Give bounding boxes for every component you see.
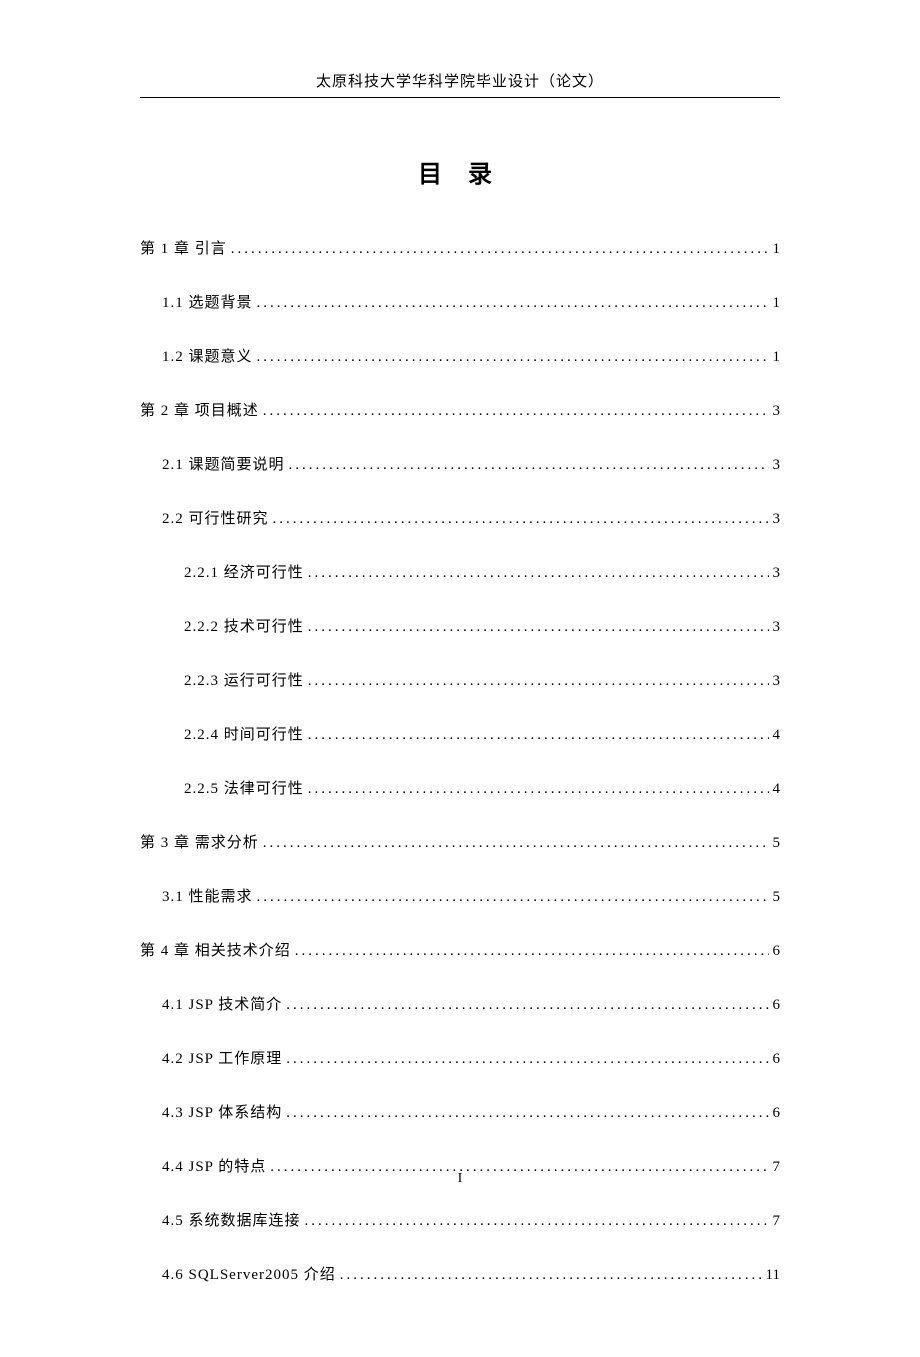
- toc-entry-page: 1: [773, 241, 781, 258]
- toc-entry-label: 2.2 可行性研究: [162, 507, 269, 528]
- toc-entry: 2.2.1 经济可行性 3: [140, 561, 780, 582]
- toc-entry-page: 3: [773, 457, 781, 474]
- toc-entry-label: 2.2.2 技术可行性: [184, 615, 304, 636]
- toc-leader-dots: [340, 1267, 762, 1284]
- toc-entry-label: 2.2.1 经济可行性: [184, 561, 304, 582]
- toc-entry-page: 3: [773, 403, 781, 420]
- toc-leader-dots: [286, 1051, 768, 1068]
- toc-leader-dots: [308, 619, 769, 636]
- toc-entry: 2.1 课题简要说明 3: [140, 453, 780, 474]
- toc-entry-page: 3: [773, 673, 781, 690]
- toc-entry: 2.2.4 时间可行性 4: [140, 723, 780, 744]
- page-number: I: [0, 1171, 920, 1187]
- toc-leader-dots: [257, 349, 769, 366]
- toc-entry-page: 1: [773, 295, 781, 312]
- toc-leader-dots: [257, 889, 769, 906]
- toc-entry: 2.2.2 技术可行性 3: [140, 615, 780, 636]
- toc-entry: 4.5 系统数据库连接 7: [140, 1209, 780, 1230]
- toc-entry: 第 4 章 相关技术介绍 6: [140, 939, 780, 960]
- toc-entry: 2.2 可行性研究 3: [140, 507, 780, 528]
- toc-leader-dots: [308, 673, 769, 690]
- toc-entry: 1.2 课题意义 1: [140, 345, 780, 366]
- toc-entry-page: 6: [773, 1105, 781, 1122]
- toc-entry-label: 4.3 JSP 体系结构: [162, 1101, 282, 1122]
- toc-entry-label: 2.2.5 法律可行性: [184, 777, 304, 798]
- toc-entry-page: 5: [773, 889, 781, 906]
- toc-entry: 2.2.5 法律可行性 4: [140, 777, 780, 798]
- toc-entry-page: 3: [773, 565, 781, 582]
- toc-leader-dots: [263, 403, 769, 420]
- toc-leader-dots: [308, 727, 769, 744]
- toc-entry-page: 11: [766, 1267, 780, 1284]
- toc-entry-page: 6: [773, 943, 781, 960]
- toc-entry-page: 3: [773, 511, 781, 528]
- toc-leader-dots: [305, 1213, 769, 1230]
- toc-leader-dots: [273, 511, 769, 528]
- document-page: 太原科技大学华科学院毕业设计（论文） 目 录 第 1 章 引言11.1 选题背景…: [0, 0, 920, 1357]
- toc-entry: 1.1 选题背景 1: [140, 291, 780, 312]
- toc-leader-dots: [286, 1105, 768, 1122]
- toc-entry-page: 4: [773, 727, 781, 744]
- toc-leader-dots: [289, 457, 769, 474]
- toc-entry: 4.1 JSP 技术简介 6: [140, 993, 780, 1014]
- toc-entry-label: 4.5 系统数据库连接: [162, 1209, 301, 1230]
- toc-title: 目 录: [140, 154, 780, 189]
- toc-entry-label: 4.1 JSP 技术简介: [162, 993, 282, 1014]
- toc-entry-label: 3.1 性能需求: [162, 885, 253, 906]
- toc-entry-page: 4: [773, 781, 781, 798]
- toc-entry: 2.2.3 运行可行性 3: [140, 669, 780, 690]
- toc-entry-page: 5: [773, 835, 781, 852]
- toc-entry-label: 1.2 课题意义: [162, 345, 253, 366]
- toc-entry-page: 6: [773, 1051, 781, 1068]
- toc-leader-dots: [308, 781, 769, 798]
- toc-entry-label: 4.6 SQLServer2005 介绍: [162, 1263, 336, 1284]
- toc-entry-page: 6: [773, 997, 781, 1014]
- toc-entry-page: 3: [773, 619, 781, 636]
- toc-entry-label: 第 1 章 引言: [140, 237, 227, 258]
- toc-entry: 4.6 SQLServer2005 介绍 11: [140, 1263, 780, 1284]
- toc-leader-dots: [308, 565, 769, 582]
- toc-entry: 4.3 JSP 体系结构 6: [140, 1101, 780, 1122]
- page-header: 太原科技大学华科学院毕业设计（论文）: [140, 70, 780, 95]
- toc-entry-label: 第 2 章 项目概述: [140, 399, 259, 420]
- toc-entry-label: 第 4 章 相关技术介绍: [140, 939, 291, 960]
- header-divider: [140, 97, 780, 98]
- toc-leader-dots: [257, 295, 769, 312]
- toc-entry-label: 2.2.3 运行可行性: [184, 669, 304, 690]
- toc-entry-page: 1: [773, 349, 781, 366]
- toc-entry: 第 1 章 引言 1: [140, 237, 780, 258]
- toc-entry-label: 2.1 课题简要说明: [162, 453, 285, 474]
- toc-leader-dots: [263, 835, 769, 852]
- toc-entry-label: 2.2.4 时间可行性: [184, 723, 304, 744]
- toc-entry-label: 1.1 选题背景: [162, 291, 253, 312]
- table-of-contents: 第 1 章 引言11.1 选题背景 11.2 课题意义 1第 2 章 项目概述3…: [140, 237, 780, 1284]
- toc-entry: 4.2 JSP 工作原理 6: [140, 1047, 780, 1068]
- toc-leader-dots: [286, 997, 768, 1014]
- toc-entry: 第 2 章 项目概述 3: [140, 399, 780, 420]
- toc-entry: 3.1 性能需求 5: [140, 885, 780, 906]
- toc-leader-dots: [295, 943, 769, 960]
- toc-leader-dots: [231, 241, 769, 258]
- toc-entry-label: 4.2 JSP 工作原理: [162, 1047, 282, 1068]
- toc-entry: 第 3 章 需求分析 5: [140, 831, 780, 852]
- toc-entry-page: 7: [773, 1213, 781, 1230]
- toc-entry-label: 第 3 章 需求分析: [140, 831, 259, 852]
